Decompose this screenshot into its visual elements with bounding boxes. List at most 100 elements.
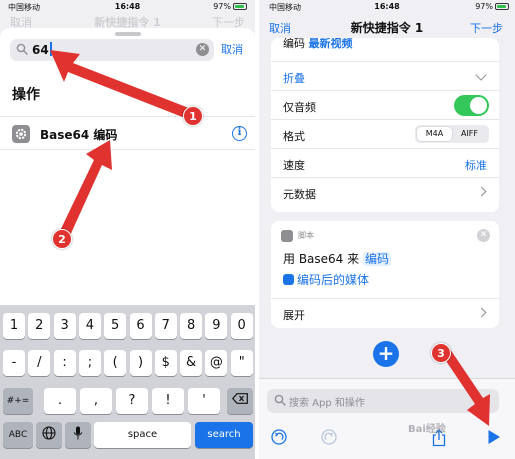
battery-icon xyxy=(233,3,247,10)
key-number-6[interactable]: 7 xyxy=(154,313,177,339)
left-phone-screen: 中国移动 16:48 97% 取消 新快捷指令 1 下一步 64 ✕ 取消 操作 xyxy=(0,0,255,459)
speed-value[interactable]: 标准 xyxy=(465,157,487,173)
key-symbol-1[interactable]: / xyxy=(28,350,51,376)
right-phone-screen: 中国移动 16:48 97% 取消 新快捷指令 1 下一步 编码 最新视频 折叠… xyxy=(259,0,515,459)
clear-search-icon[interactable]: ✕ xyxy=(196,43,209,56)
search-placeholder: 搜索 App 和操作 xyxy=(289,398,365,409)
encoded-media-variable[interactable]: 编码后的媒体 xyxy=(283,271,369,288)
action-row-base64[interactable]: Base64 编码 i xyxy=(0,116,255,150)
redo-icon[interactable] xyxy=(321,429,337,445)
key-symbol-9[interactable]: " xyxy=(230,350,253,376)
key-number-8[interactable]: 9 xyxy=(205,313,228,339)
chevron-right-icon xyxy=(476,307,487,318)
search-icon xyxy=(16,43,28,55)
script-card-header: 脚本 xyxy=(298,231,314,240)
metadata-label: 元数据 xyxy=(283,188,316,201)
audio-only-toggle[interactable] xyxy=(454,95,489,116)
latest-video-token[interactable]: 最新视频 xyxy=(309,38,353,50)
space-key[interactable]: space xyxy=(94,422,191,448)
format-option-m4a[interactable]: M4A xyxy=(417,127,452,141)
info-icon[interactable]: i xyxy=(232,126,247,141)
key-number-1[interactable]: 2 xyxy=(28,313,51,339)
search-query: 64 xyxy=(32,42,52,57)
speed-label: 速度 xyxy=(283,159,305,172)
search-input[interactable]: 64 ✕ xyxy=(10,39,214,61)
play-icon[interactable] xyxy=(487,429,501,445)
key-number-5[interactable]: 6 xyxy=(129,313,152,339)
watermark: Bai经验 xyxy=(408,424,446,435)
key-symbol-0[interactable]: - xyxy=(3,350,25,376)
battery-icon xyxy=(495,3,509,10)
section-title: 操作 xyxy=(12,87,40,103)
format-segmented-control: M4A AIFF xyxy=(415,125,489,143)
undo-icon[interactable] xyxy=(271,429,287,445)
key-symbol-3[interactable]: ; xyxy=(78,350,101,376)
key-symbol-5[interactable]: ) xyxy=(129,350,152,376)
step-badge-1: 1 xyxy=(183,106,203,126)
gear-icon xyxy=(12,125,30,143)
microphone-icon xyxy=(73,426,83,440)
expand-row[interactable]: 展开 xyxy=(271,298,499,328)
audio-only-row: 仅音频 xyxy=(271,90,499,119)
chevron-down-icon xyxy=(475,69,487,81)
globe-icon xyxy=(42,426,56,440)
metadata-row[interactable]: 元数据 xyxy=(271,177,499,206)
backspace-icon xyxy=(232,393,248,404)
key-number-4[interactable]: 5 xyxy=(104,313,127,339)
key-symbol-7[interactable]: & xyxy=(180,350,203,376)
text-caret xyxy=(49,42,52,56)
battery-indicator: 97% xyxy=(213,2,247,11)
abc-key[interactable]: ABC xyxy=(3,422,33,448)
action-bottom-panel: 搜索 App 和操作 xyxy=(259,378,515,459)
key-punct-0[interactable]: . xyxy=(44,388,76,414)
speed-row[interactable]: 速度 标准 xyxy=(271,148,499,177)
audio-only-label: 仅音频 xyxy=(283,101,316,114)
encode-mode-token[interactable]: 编码 xyxy=(362,252,391,266)
expand-label: 展开 xyxy=(283,309,305,322)
add-action-button[interactable]: + xyxy=(373,341,399,367)
format-option-aiff[interactable]: AIFF xyxy=(452,127,487,141)
key-symbol-6[interactable]: $ xyxy=(154,350,177,376)
status-bar-right: 中国移动 16:48 97% xyxy=(259,0,515,14)
key-symbol-8[interactable]: @ xyxy=(205,350,228,376)
format-row: 格式 M4A AIFF xyxy=(271,119,499,148)
dictation-key[interactable] xyxy=(65,422,91,448)
key-punct-1[interactable]: , xyxy=(80,388,112,414)
key-symbol-4[interactable]: ( xyxy=(104,350,127,376)
globe-key[interactable] xyxy=(36,422,62,448)
key-number-3[interactable]: 4 xyxy=(78,313,101,339)
fold-label: 折叠 xyxy=(283,72,305,85)
base64-action-text: 用 Base64 来 编码 xyxy=(283,252,391,266)
screenshot-stage: 中国移动 16:48 97% 取消 新快捷指令 1 下一步 64 ✕ 取消 操作 xyxy=(0,0,515,459)
fold-row[interactable]: 折叠 xyxy=(271,61,499,90)
encode-media-card: 编码 最新视频 折叠 仅音频 格式 M4A AIFF 速度 标准 元数据 xyxy=(271,38,499,212)
shortcut-nav-bar: 取消 新快捷指令 1 下一步 xyxy=(259,16,515,38)
key-number-7[interactable]: 8 xyxy=(180,313,203,339)
status-bar: 中国移动 16:48 97% xyxy=(0,0,255,14)
battery-indicator-right: 97% xyxy=(475,2,509,11)
action-search-field[interactable]: 搜索 App 和操作 xyxy=(267,389,499,413)
variable-icon xyxy=(283,274,294,285)
step-badge-2: 2 xyxy=(52,229,72,249)
key-punct-4[interactable]: ' xyxy=(188,388,220,414)
step-badge-3: 3 xyxy=(431,343,451,363)
cancel-search-button[interactable]: 取消 xyxy=(221,41,243,57)
base64-script-card: 脚本 ✕ 用 Base64 来 编码 编码后的媒体 展开 xyxy=(271,221,499,328)
backspace-key[interactable] xyxy=(227,388,253,414)
action-search-sheet: 64 ✕ 取消 操作 Base64 编码 i xyxy=(0,28,255,310)
script-gear-icon xyxy=(281,230,293,242)
remove-action-icon[interactable]: ✕ xyxy=(477,229,490,242)
sheet-grabber[interactable] xyxy=(115,32,141,36)
encode-media-summary: 编码 最新视频 xyxy=(283,38,353,50)
key-punct-3[interactable]: ! xyxy=(152,388,184,414)
key-number-0[interactable]: 1 xyxy=(3,313,25,339)
shift-key[interactable]: #+= xyxy=(3,388,33,414)
next-button[interactable]: 下一步 xyxy=(470,20,503,36)
search-key[interactable]: search xyxy=(195,422,253,448)
action-label: Base64 编码 xyxy=(40,128,118,142)
chevron-right-icon xyxy=(476,186,487,197)
key-number-2[interactable]: 3 xyxy=(53,313,76,339)
key-number-9[interactable]: 0 xyxy=(230,313,253,339)
key-symbol-2[interactable]: : xyxy=(53,350,76,376)
key-punct-2[interactable]: ? xyxy=(116,388,148,414)
